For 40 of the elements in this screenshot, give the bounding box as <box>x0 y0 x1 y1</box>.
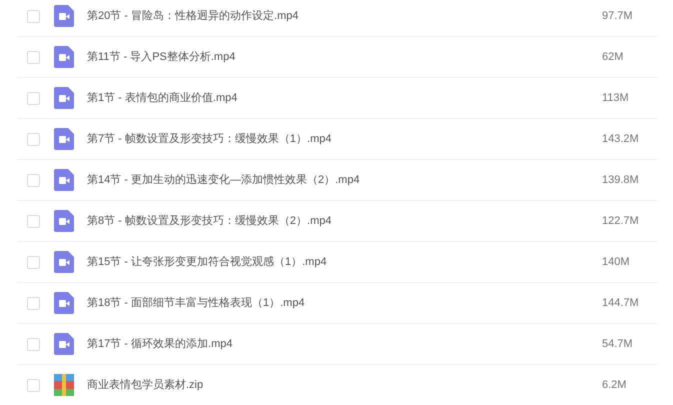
video-file-icon <box>54 128 74 150</box>
checkbox[interactable] <box>27 338 40 350</box>
video-file-icon <box>54 5 74 27</box>
file-name[interactable]: 第15节 - 让夸张形变更加符合视觉观感（1）.mp4 <box>87 254 327 270</box>
file-size: 113M <box>602 90 630 106</box>
checkbox[interactable] <box>27 132 40 146</box>
video-file-icon <box>54 333 74 355</box>
file-name[interactable]: 第14节 - 更加生动的迅速变化—添加惯性效果（2）.mp4 <box>87 172 360 188</box>
video-file-icon <box>54 87 74 109</box>
file-size: 139.8M <box>602 172 640 188</box>
video-file-icon <box>54 251 74 273</box>
video-file-icon <box>54 292 74 314</box>
file-size: 140M <box>602 254 631 270</box>
file-name[interactable]: 第17节 - 循环效果的添加.mp4 <box>87 336 232 352</box>
file-name[interactable]: 第7节 - 帧数设置及形变技巧：缓慢效果（1）.mp4 <box>87 130 332 148</box>
file-name[interactable]: 第20节 - 冒险岛：性格迥异的动作设定.mp4 <box>87 8 298 24</box>
checkbox[interactable] <box>27 92 40 104</box>
checkbox[interactable] <box>27 296 40 310</box>
file-name[interactable]: 商业表情包学员素材.zip <box>87 376 204 394</box>
checkbox[interactable] <box>27 256 40 268</box>
video-file-icon <box>54 210 74 232</box>
file-name[interactable]: 第18节 - 面部细节丰富与性格表现（1）.mp4 <box>87 294 305 312</box>
checkbox[interactable] <box>27 174 40 186</box>
archive-file-icon <box>54 374 74 396</box>
file-size: 6.2M <box>602 378 628 393</box>
file-size: 54.7M <box>602 336 634 352</box>
file-size: 97.7M <box>602 8 634 24</box>
file-size: 143.2M <box>602 132 640 147</box>
file-name[interactable]: 第1节 - 表情包的商业价值.mp4 <box>87 90 238 106</box>
checkbox[interactable] <box>27 50 40 64</box>
checkbox[interactable] <box>27 378 40 392</box>
file-size: 144.7M <box>602 296 640 311</box>
file-size: 122.7M <box>602 214 640 229</box>
file-name[interactable]: 第11节 - 导入PS整体分析.mp4 <box>87 48 236 66</box>
video-file-icon <box>54 169 74 191</box>
file-size: 62M <box>602 50 624 65</box>
checkbox[interactable] <box>27 10 40 22</box>
video-file-icon <box>54 46 74 68</box>
file-name[interactable]: 第8节 - 帧数设置及形变技巧：缓慢效果（2）.mp4 <box>87 212 332 230</box>
checkbox[interactable] <box>27 214 40 228</box>
